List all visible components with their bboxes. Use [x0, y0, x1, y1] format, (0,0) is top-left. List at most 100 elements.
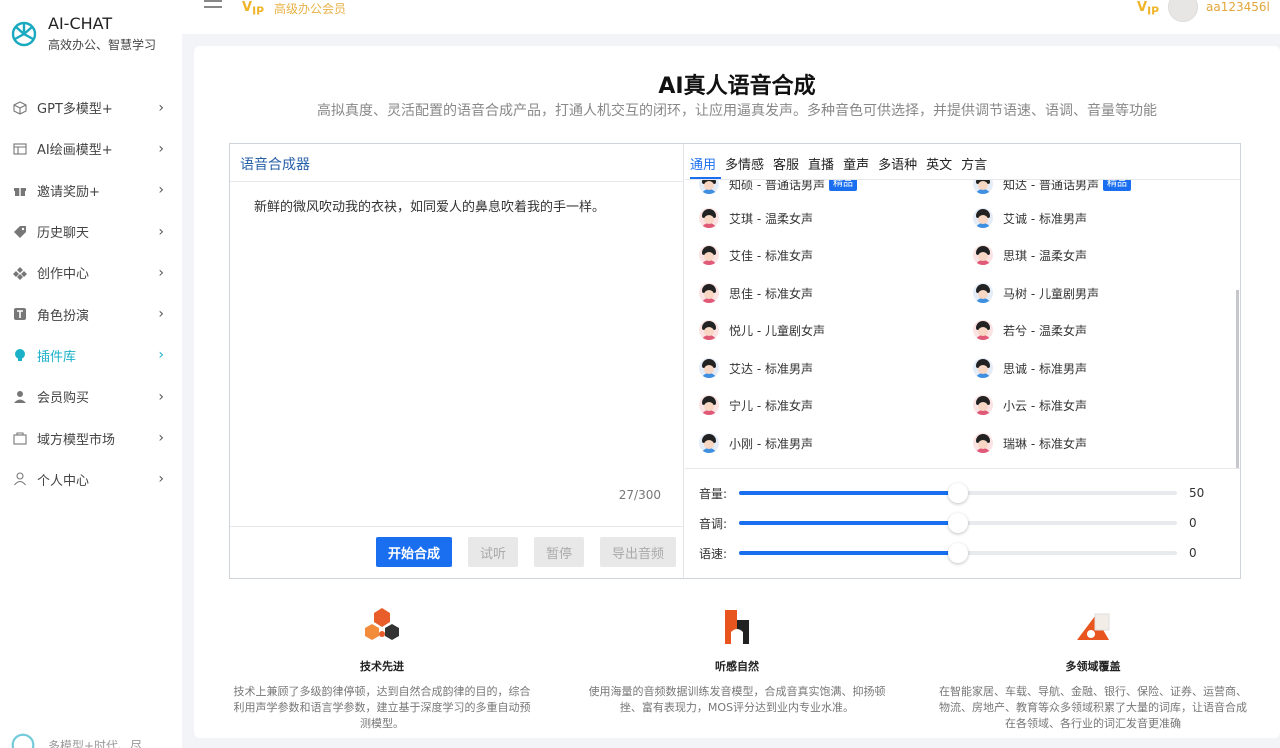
voice-item[interactable]: 若兮 - 温柔女声 [973, 320, 1087, 340]
menu-toggle-icon[interactable] [204, 0, 222, 14]
synth-editor: 语音合成器 新鲜的微风吹动我的衣袂，如同爱人的鼻息吹着我的手一样。 27/300… [230, 144, 684, 578]
username[interactable]: aa123456l [1206, 0, 1270, 14]
chevron-right-icon: › [158, 388, 164, 405]
male-avatar-icon [699, 358, 719, 378]
chevron-right-icon: › [158, 264, 164, 281]
voice-item[interactable]: 艾达 - 标准男声 [699, 358, 813, 378]
voice-name: 思诚 - 标准男声 [1003, 361, 1087, 376]
voice-item[interactable]: 马树 - 儿童剧男声 [973, 283, 1099, 303]
sidebar-item-model-market[interactable]: 域方模型市场 › [0, 417, 182, 458]
voice-item[interactable]: 小云 - 标准女声 [973, 395, 1087, 415]
tab-english[interactable]: 英文 [926, 144, 957, 179]
voice-item[interactable]: 悦儿 - 儿童剧女声 [699, 320, 825, 340]
voice-item[interactable]: 思诚 - 标准男声 [973, 358, 1087, 378]
sidebar-item-plugins[interactable]: 插件库 › [0, 335, 182, 376]
voice-name: 若兮 - 温柔女声 [1003, 323, 1087, 338]
voice-name: 马树 - 儿童剧男声 [1003, 286, 1099, 301]
export-audio-button[interactable]: 导出音频 [600, 537, 676, 567]
male-avatar-icon [973, 208, 993, 228]
tab-dialect[interactable]: 方言 [961, 144, 992, 179]
voice-item[interactable]: 艾琪 - 温柔女声 [699, 208, 813, 228]
brand-title: AI-CHAT [48, 14, 113, 33]
pitch-value: 0 [1189, 516, 1197, 530]
coverage-icon [1077, 613, 1110, 640]
voice-item[interactable]: 知硕 - 普通话男声 精品 [699, 180, 857, 194]
sidebar-item-label: 历史聊天 [37, 226, 90, 242]
male-avatar-icon [699, 180, 719, 194]
tab-service[interactable]: 客服 [773, 144, 804, 179]
voice-item[interactable]: 艾诚 - 标准男声 [973, 208, 1087, 228]
slider-knob[interactable] [948, 483, 968, 503]
male-avatar-icon [699, 433, 719, 453]
sidebar-footer: 多模型+时代、尽 [8, 730, 142, 748]
tab-general[interactable]: 通用 [690, 144, 722, 179]
tag-icon [12, 224, 27, 239]
female-avatar-icon [699, 245, 719, 265]
sidebar-item-history[interactable]: 历史聊天 › [0, 211, 182, 252]
feature-card: 多领域覆盖 在智能家居、车载、导航、金融、银行、保险、证券、运营商、物流、房地产… [938, 606, 1248, 732]
start-synth-button[interactable]: 开始合成 [376, 537, 452, 567]
voice-item[interactable]: 瑞琳 - 标准女声 [973, 433, 1087, 453]
sidebar-footer-text: 多模型+时代、尽 [48, 738, 143, 748]
voice-list-scrollbar[interactable] [1236, 290, 1239, 468]
volume-slider[interactable] [739, 483, 1177, 503]
voice-name: 艾诚 - 标准男声 [1003, 211, 1087, 226]
sidebar-item-label: 个人中心 [37, 473, 90, 489]
female-avatar-icon [699, 283, 719, 303]
volume-value: 50 [1189, 486, 1205, 500]
sidebar-item-invite[interactable]: 邀请奖励+ › [0, 170, 182, 211]
feature-desc: 在智能家居、车载、导航、金融、银行、保险、证券、运营商、物流、房地产、教育等众多… [939, 685, 1247, 730]
tab-emotion[interactable]: 多情感 [725, 144, 769, 179]
voice-name: 艾佳 - 标准女声 [729, 248, 813, 263]
sidebar-item-creation[interactable]: 创作中心 › [0, 252, 182, 293]
synth-panel: 语音合成器 新鲜的微风吹动我的衣袂，如同爱人的鼻息吹着我的手一样。 27/300… [229, 143, 1241, 579]
openai-logo-icon [11, 21, 37, 47]
voice-item[interactable]: 思琪 - 温柔女声 [973, 245, 1087, 265]
tech-hexagon-icon [365, 608, 399, 640]
tab-child[interactable]: 童声 [843, 144, 874, 179]
vip-level-text: 高级办公会员 [274, 2, 347, 16]
female-avatar-icon [973, 433, 993, 453]
brand[interactable]: AI-CHAT 高效办公、智慧学习 [8, 14, 156, 54]
synth-text-input[interactable]: 新鲜的微风吹动我的衣袂，如同爱人的鼻息吹着我的手一样。 [240, 194, 670, 474]
vip-icon: VIP [242, 0, 265, 18]
grid-icon [12, 265, 27, 280]
sidebar-item-profile[interactable]: 个人中心 › [0, 459, 182, 500]
female-avatar-icon [699, 395, 719, 415]
male-avatar-icon [973, 180, 993, 194]
voice-item[interactable]: 宁儿 - 标准女声 [699, 395, 813, 415]
feature-title: 技术先进 [360, 660, 404, 673]
voice-item[interactable]: 小刚 - 标准男声 [699, 433, 813, 453]
sidebar-item-ai-drawing[interactable]: AI绘画模型+ › [0, 128, 182, 169]
tab-live[interactable]: 直播 [808, 144, 839, 179]
gift-icon [12, 183, 27, 198]
speed-slider[interactable] [739, 543, 1177, 563]
sidebar-item-roleplay[interactable]: 角色扮演 › [0, 293, 182, 334]
voice-name: 知硕 - 普通话男声 [729, 180, 825, 192]
voice-item[interactable]: 思佳 - 标准女声 [699, 283, 813, 303]
sidebar-item-membership[interactable]: 会员购买 › [0, 376, 182, 417]
feature-title: 多领域覆盖 [1065, 660, 1121, 673]
voice-item[interactable]: 艾佳 - 标准女声 [699, 245, 813, 265]
page-title: AI真人语音合成 [658, 74, 816, 99]
premium-badge: 精品 [828, 180, 857, 191]
volume-label: 音量: [699, 486, 728, 501]
slider-knob[interactable] [948, 543, 968, 563]
audio-settings: 音量: 50 音调: 0 语速: 0 [685, 468, 1240, 578]
sidebar-item-gpt[interactable]: GPT多模型+ › [0, 87, 182, 128]
sidebar-item-label: AI绘画模型+ [37, 143, 113, 159]
voice-item[interactable]: 知达 - 普通话男声 精品 [973, 180, 1131, 194]
slider-knob[interactable] [948, 513, 968, 533]
chevron-right-icon: › [158, 347, 164, 364]
female-avatar-icon [973, 245, 993, 265]
male-avatar-icon [973, 358, 993, 378]
sidebar-item-label: 插件库 [37, 349, 77, 365]
listen-button[interactable]: 试听 [468, 537, 518, 567]
pitch-label: 音调: [699, 516, 728, 531]
vip-icon: VIP [1137, 0, 1160, 18]
avatar[interactable] [1168, 0, 1198, 22]
voice-name: 艾琪 - 温柔女声 [729, 211, 813, 226]
pitch-slider[interactable] [739, 513, 1177, 533]
tab-multilang[interactable]: 多语种 [878, 144, 922, 179]
pause-button[interactable]: 暂停 [534, 537, 584, 567]
